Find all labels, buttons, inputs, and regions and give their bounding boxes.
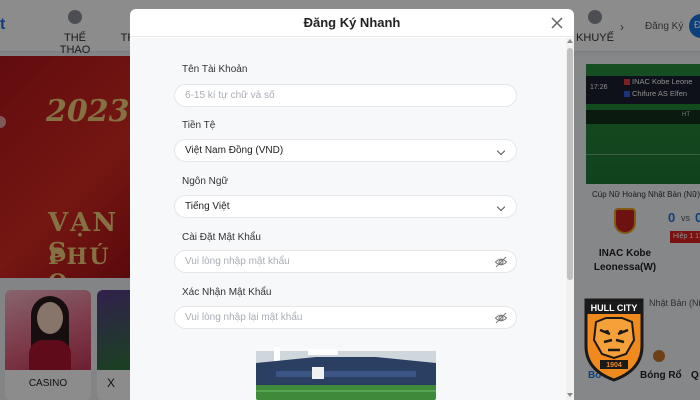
scroll-down-icon[interactable] [567,393,573,397]
confirm-password-label: Xác Nhận Mật Khẩu [182,287,272,298]
chevron-down-icon [496,202,506,212]
eye-off-icon[interactable] [494,311,508,325]
eye-off-icon[interactable] [494,255,508,269]
username-label: Tên Tài Khoản [182,64,248,75]
language-select[interactable]: Tiếng Việt [174,195,517,218]
currency-value: Việt Nam Đồng (VND) [185,145,284,156]
language-value: Tiếng Việt [185,201,230,212]
password-placeholder: Vui lòng nhập mật khẩu [185,256,290,267]
confirm-password-input[interactable]: Vui lòng nhập lại mật khẩu [174,306,517,329]
badge-year: 1904 [606,362,622,369]
stadium-image [256,341,436,400]
currency-select[interactable]: Việt Nam Đồng (VND) [174,139,517,162]
register-form: Tên Tài Khoản 6-15 kí tự chữ và số Tiền … [130,38,566,400]
hull-city-badge-icon[interactable]: HULL CITY 1904 [582,296,646,382]
password-label: Cài Đặt Mật Khẩu [182,232,261,243]
badge-top-text: HULL CITY [591,303,638,313]
password-input[interactable]: Vui lòng nhập mật khẩu [174,250,517,273]
modal-scrollbar[interactable] [566,38,574,400]
currency-label: Tiền Tệ [182,120,216,131]
close-icon[interactable] [549,15,565,31]
confirm-password-placeholder: Vui lòng nhập lại mật khẩu [185,312,303,323]
username-input[interactable]: 6-15 kí tự chữ và số [174,84,517,107]
modal-title: Đăng Ký Nhanh [303,15,401,30]
modal-header: Đăng Ký Nhanh [130,9,574,37]
scroll-up-icon[interactable] [567,39,573,43]
language-label: Ngôn Ngữ [182,176,229,187]
chevron-down-icon [496,146,506,156]
quick-register-modal: Đăng Ký Nhanh Tên Tài Khoản 6-15 kí tự c… [130,9,574,400]
scroll-thumb[interactable] [567,48,573,280]
